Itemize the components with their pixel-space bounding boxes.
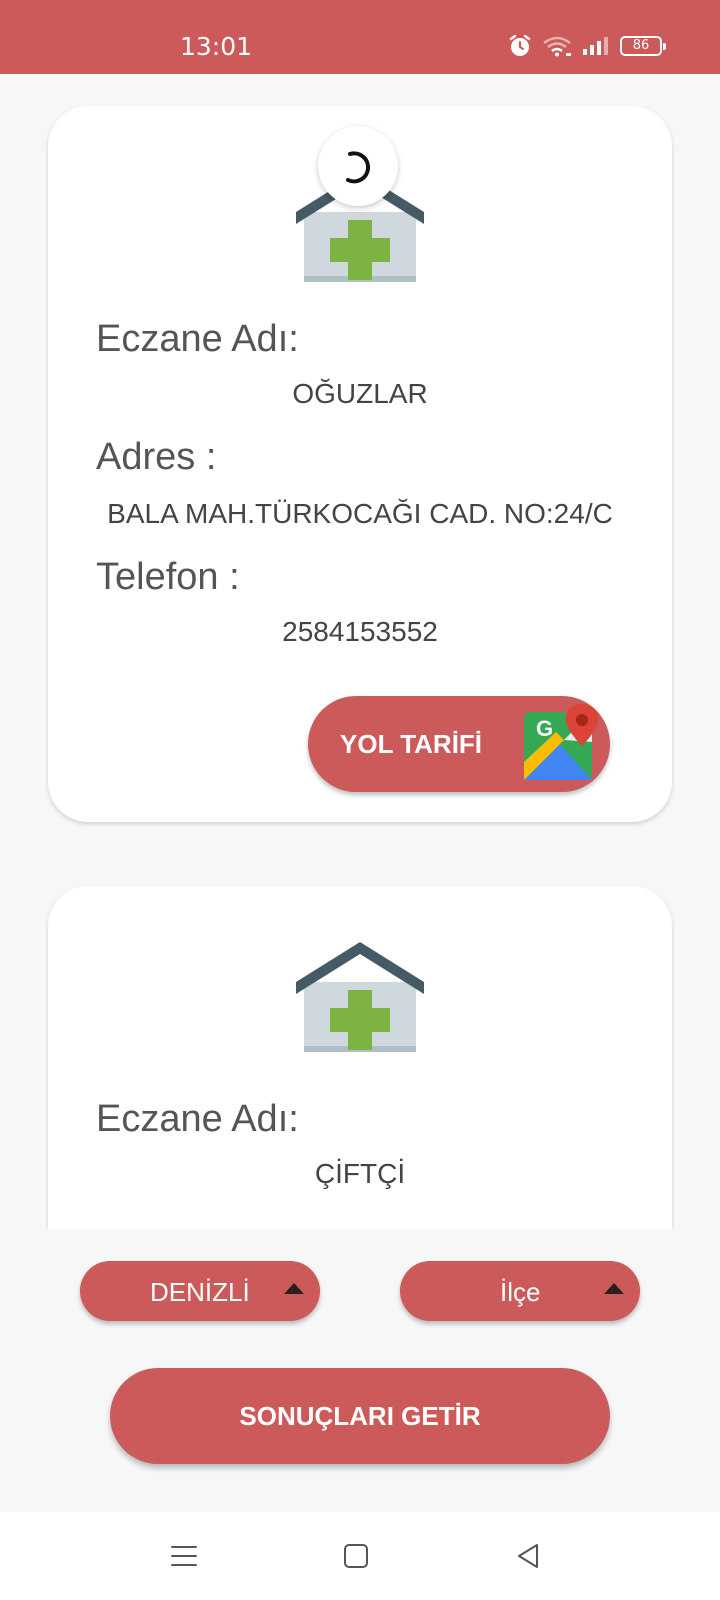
alarm-icon <box>509 34 531 56</box>
dropdown-arrow-icon <box>604 1283 624 1294</box>
signal-icon <box>583 37 608 55</box>
pharmacy-card: Eczane Adı: OĞUZLAR Adres : BALA MAH.TÜR… <box>48 106 672 822</box>
pharmacy-card: Eczane Adı: ÇİFTÇİ <box>48 886 672 1229</box>
svg-text:G: G <box>536 716 553 741</box>
loading-spinner <box>318 126 398 206</box>
district-dropdown[interactable]: İlçe <box>400 1261 640 1321</box>
name-label: Eczane Adı: <box>96 1098 299 1140</box>
google-maps-icon: G <box>524 704 599 780</box>
status-bar: 13:01 86 <box>0 0 720 74</box>
directions-label: YOL TARİFİ <box>340 729 483 759</box>
home-icon[interactable] <box>336 1538 376 1574</box>
pharmacy-icon <box>296 942 424 1052</box>
status-icons: 86 <box>508 34 666 58</box>
city-dropdown[interactable]: DENİZLİ <box>80 1261 320 1321</box>
pharmacy-phone: 2584153552 <box>282 616 438 647</box>
name-label: Eczane Adı: <box>96 318 299 360</box>
back-icon[interactable] <box>508 1538 548 1574</box>
pharmacy-list[interactable]: Eczane Adı: OĞUZLAR Adres : BALA MAH.TÜR… <box>0 74 720 1229</box>
menu-icon[interactable] <box>164 1538 204 1574</box>
pharmacy-name: OĞUZLAR <box>292 378 428 409</box>
wifi-icon <box>543 36 571 57</box>
district-value: İlçe <box>500 1277 541 1307</box>
navigation-bar <box>0 1512 720 1600</box>
address-label: Adres : <box>96 436 217 478</box>
dropdown-arrow-icon <box>284 1283 304 1294</box>
city-value: DENİZLİ <box>150 1277 250 1307</box>
get-results-button[interactable]: SONUÇLARI GETİR <box>110 1368 610 1464</box>
directions-button[interactable]: YOL TARİFİ G <box>308 696 610 792</box>
status-time: 13:01 <box>180 32 253 61</box>
phone-label: Telefon : <box>96 556 240 598</box>
pharmacy-address: BALA MAH.TÜRKOCAĞI CAD. NO:24/C <box>107 498 613 529</box>
battery-icon: 86 <box>620 36 666 56</box>
pharmacy-name: ÇİFTÇİ <box>314 1158 406 1189</box>
